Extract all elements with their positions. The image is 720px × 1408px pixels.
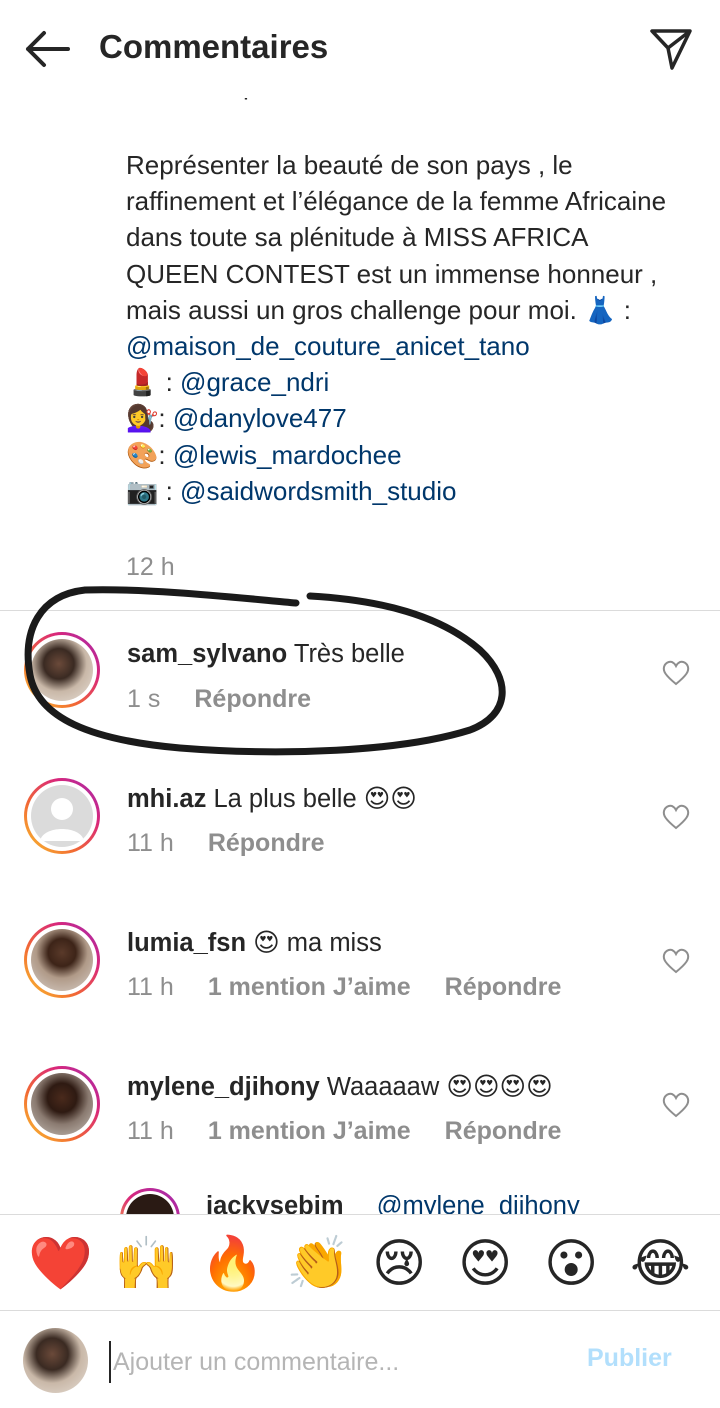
comment-username[interactable]: mylene_djihony (127, 1073, 320, 1101)
reaction-tears-of-joy-button[interactable]: 😂 (630, 1235, 691, 1293)
credit-emoji: 💇‍♀️ (126, 403, 159, 434)
comment-item: sam_sylvano Très belle 1 s Répondre (0, 630, 720, 740)
comment-text: 😍 ma miss (253, 929, 382, 957)
avatar[interactable] (24, 778, 100, 854)
publish-button[interactable]: Publier (587, 1344, 672, 1373)
credit-separator: : (158, 475, 181, 506)
comment-time: 11 h (127, 973, 174, 1001)
mention-link[interactable]: @danylove477 (173, 403, 347, 433)
comment-item: mhi.az La plus belle 😍😍 11 h Répondre (0, 774, 720, 884)
comment-username[interactable]: sam_sylvano (127, 640, 287, 668)
comment-text: Waaaaaw 😍😍😍😍 (326, 1073, 553, 1101)
dress-emoji: 👗 (584, 294, 617, 325)
reply-button[interactable]: Répondre (445, 1117, 562, 1145)
credit-emoji: 🎨 (126, 439, 159, 470)
reaction-raised-hands-button[interactable]: 🙌 (114, 1235, 179, 1293)
mention-link[interactable]: @saidwordsmith_studio (180, 476, 456, 506)
mention-link[interactable]: @grace_ndri (180, 367, 329, 397)
comment-time: 11 h (127, 829, 174, 857)
avatar[interactable] (24, 922, 100, 998)
credit-separator: : (158, 403, 173, 434)
mention-link[interactable]: @lewis_mardochee (173, 440, 402, 470)
reply-button[interactable]: Répondre (194, 685, 311, 713)
credit-emoji: 📷 (126, 475, 159, 506)
comment-composer: Publier (0, 1310, 720, 1408)
post-caption: Représenter la beauté de son pays , le r… (126, 147, 686, 509)
reaction-heart-eyes-button[interactable]: 😍 (458, 1235, 512, 1293)
reaction-fire-button[interactable]: 🔥 (200, 1235, 265, 1293)
comment-item: mylene_djihony Waaaaaw 😍😍😍😍 11 h 1 mentio… (0, 1062, 720, 1172)
heart-icon[interactable] (662, 1092, 690, 1118)
paper-plane-icon[interactable] (648, 26, 694, 72)
comment-time: 11 h (127, 1117, 174, 1145)
credit-emoji: 💄 (126, 367, 159, 398)
comment-username[interactable]: lumia_fsn (127, 929, 246, 957)
avatar[interactable] (24, 632, 100, 708)
avatar[interactable] (120, 1188, 180, 1214)
avatar[interactable] (24, 1066, 100, 1142)
comment-text: La plus belle 😍😍 (213, 785, 417, 813)
divider (0, 610, 720, 611)
heart-icon[interactable] (662, 660, 690, 686)
reaction-crying-button[interactable]: 😢 (372, 1235, 426, 1293)
mention-link[interactable]: @mylene_djihony (377, 1192, 580, 1214)
reply-button[interactable]: Répondre (208, 829, 325, 857)
credit-separator: : (158, 367, 181, 398)
reaction-heart-button[interactable]: ❤️ (28, 1235, 93, 1293)
caption-colon: : (623, 294, 631, 325)
heart-icon[interactable] (662, 948, 690, 974)
comment-text: Très belle (293, 640, 405, 668)
comment-item: lumia_fsn 😍 ma miss 11 h 1 mention J’aime… (0, 918, 720, 1028)
reaction-clap-button[interactable]: 👏 (286, 1235, 351, 1293)
mention-link[interactable]: @maison_de_couture_anicet_tano (126, 331, 530, 361)
reaction-surprised-button[interactable]: 😮 (544, 1235, 598, 1293)
heart-icon[interactable] (662, 804, 690, 830)
reply-item-partial: jackysebim @mylene_djihony (0, 1180, 720, 1214)
arrow-left-icon[interactable] (22, 28, 72, 70)
likes-count[interactable]: 1 mention J’aime (208, 973, 411, 1001)
quick-reaction-bar: ❤️ 🙌 🔥 👏 😢 😍 😮 😂 (0, 1214, 720, 1311)
avatar (23, 1328, 88, 1393)
likes-count[interactable]: 1 mention J’aime (208, 1117, 411, 1145)
page-title: Commentaires (99, 28, 329, 65)
reply-username[interactable]: jackysebim (206, 1192, 344, 1214)
header-bar: Commentaires (0, 0, 720, 98)
post-time: 12 h (126, 553, 175, 581)
reply-button[interactable]: Répondre (445, 973, 562, 1001)
comment-username[interactable]: mhi.az (127, 785, 206, 813)
credit-separator: : (158, 439, 173, 470)
comment-time: 1 s (127, 685, 161, 713)
comment-input[interactable] (109, 1341, 555, 1383)
